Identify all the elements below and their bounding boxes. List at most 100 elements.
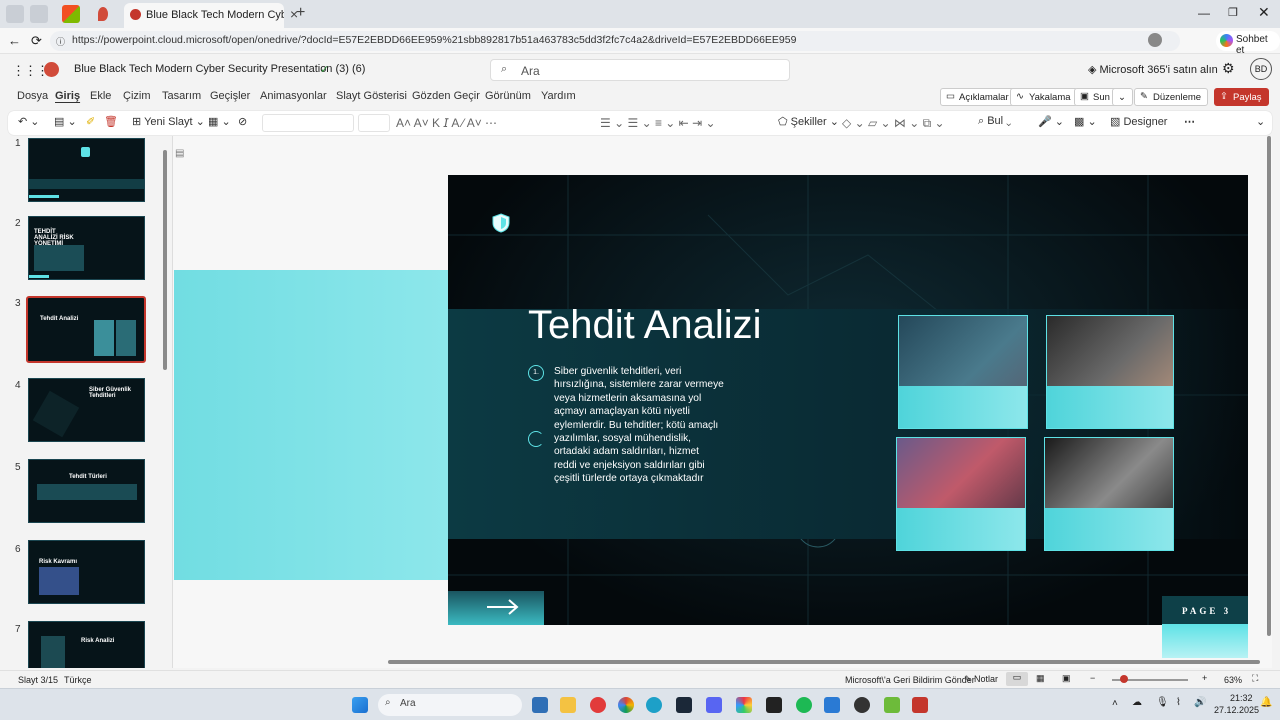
menu-animasyonlar[interactable]: Animasyonlar bbox=[260, 90, 327, 102]
menu-gecisler[interactable]: Geçişler bbox=[210, 90, 250, 102]
site-info-icon[interactable]: ⓘ bbox=[56, 35, 65, 48]
menu-dosya[interactable]: Dosya bbox=[17, 90, 48, 102]
thumbnail-slide-3[interactable]: Tehdit Analizi bbox=[26, 296, 146, 363]
menu-giris[interactable]: Giriş bbox=[55, 90, 80, 102]
file-explorer-icon[interactable] bbox=[560, 697, 576, 713]
discord-icon[interactable] bbox=[706, 697, 722, 713]
present-dropdown[interactable]: ⌄ bbox=[1112, 88, 1133, 106]
ribbon-collapse-icon[interactable]: ⌄ bbox=[1256, 115, 1265, 128]
language-label[interactable]: Türkçe bbox=[64, 675, 92, 685]
refresh-icon[interactable]: ⟳ bbox=[31, 33, 42, 49]
dictate-icon[interactable]: 🎤 ⌄ bbox=[1038, 115, 1064, 128]
url-field[interactable]: ⓘ https://powerpoint.cloud.microsoft/ope… bbox=[50, 31, 1180, 51]
epic-games-icon[interactable] bbox=[766, 697, 782, 713]
fit-slide-icon[interactable]: ⛶ bbox=[1252, 673, 1258, 684]
app-icon[interactable] bbox=[884, 697, 900, 713]
menu-slayt-gosterisi[interactable]: Slayt Gösterisi bbox=[336, 90, 407, 102]
new-tab-icon[interactable]: + bbox=[296, 4, 305, 22]
mic-icon[interactable]: 🎙 bbox=[1156, 697, 1169, 708]
notification-bell-icon[interactable]: 🔔 bbox=[1260, 697, 1272, 708]
zoom-out-icon[interactable]: − bbox=[1090, 673, 1095, 683]
slide-sorter-icon[interactable]: ▦ bbox=[1036, 673, 1045, 684]
task-view-icon[interactable] bbox=[532, 697, 548, 713]
saved-status-icon[interactable]: ✓ bbox=[320, 63, 329, 76]
format-painter-icon[interactable]: ✐ bbox=[86, 115, 95, 128]
more-options-icon[interactable]: ⋯ bbox=[1184, 115, 1195, 128]
layout-icon[interactable]: ▦ ⌄ bbox=[208, 115, 231, 128]
font-size-select[interactable] bbox=[358, 114, 390, 132]
copilot-button[interactable]: Sohbet et bbox=[1216, 31, 1280, 56]
notes-toggle-icon[interactable]: ▤ bbox=[175, 148, 184, 159]
catchup-button[interactable]: ∿ Yakalama bbox=[1010, 88, 1078, 106]
settings-gear-icon[interactable]: ⚙ bbox=[1222, 60, 1235, 77]
normal-view-icon[interactable]: ▭ bbox=[1006, 672, 1028, 686]
avatar[interactable]: BD bbox=[1250, 58, 1272, 80]
wifi-icon[interactable]: ⌇ bbox=[1176, 697, 1181, 708]
thumbnail-scrollbar[interactable] bbox=[163, 150, 167, 370]
canvas-vscrollbar[interactable] bbox=[1267, 136, 1271, 636]
office-tab-icon[interactable] bbox=[62, 5, 80, 23]
thumbnail-slide-1[interactable] bbox=[28, 138, 145, 202]
slide-title[interactable]: Tehdit Analizi bbox=[528, 303, 761, 348]
delete-icon[interactable]: 🗑 bbox=[104, 115, 118, 128]
addins-icon[interactable]: ▩ ⌄ bbox=[1074, 115, 1097, 128]
app-icon[interactable] bbox=[854, 697, 870, 713]
editing-mode-button[interactable]: ✎ Düzenleme bbox=[1134, 88, 1209, 106]
app-launcher-icon[interactable]: ⋮⋮⋮ bbox=[12, 63, 49, 79]
paragraph-group-icon[interactable]: ☰ ⌄ ☰ ⌄ ≡ ⌄ ⇤ ⇥ ⌄ bbox=[600, 116, 716, 130]
back-icon[interactable]: ← bbox=[8, 33, 21, 48]
thumbnail-slide-5[interactable]: Tehdit Türleri bbox=[28, 459, 145, 523]
menu-cizim[interactable]: Çizim bbox=[123, 90, 151, 102]
menu-gorunum[interactable]: Görünüm bbox=[485, 90, 531, 102]
font-format-group-icon[interactable]: A˄ A˅ K 𝘐 A ⁄ A˅ ⋯ bbox=[396, 116, 497, 130]
tray-chevron-icon[interactable]: ˄ bbox=[1112, 698, 1118, 709]
menu-gozden-gecir[interactable]: Gözden Geçir bbox=[412, 90, 480, 102]
menu-tasarim[interactable]: Tasarım bbox=[162, 90, 201, 102]
canvas-hscrollbar[interactable] bbox=[388, 660, 1260, 664]
volume-icon[interactable]: 🔊 bbox=[1194, 697, 1206, 708]
comments-button[interactable]: ▭ Açıklamalar bbox=[940, 88, 1016, 106]
undo-icon[interactable]: ↶ ⌄ bbox=[18, 115, 40, 128]
current-slide[interactable]: Tehdit Analizi 1. Siber güvenlik tehditl… bbox=[448, 175, 1248, 625]
edge-icon[interactable] bbox=[646, 697, 662, 713]
thumbnail-slide-6[interactable]: Risk Kavramı bbox=[28, 540, 145, 604]
app-icon[interactable] bbox=[736, 697, 752, 713]
find-button[interactable]: ⌕ Bul ⌄ bbox=[978, 115, 1011, 128]
thumbnail-slide-2[interactable]: TEHDİT ANALİZİ RİSK YÖNETİMİ bbox=[28, 216, 145, 280]
powerpoint-icon[interactable] bbox=[912, 697, 928, 713]
zoom-level[interactable]: 63% bbox=[1224, 675, 1242, 685]
cloud-icon[interactable]: ☁ bbox=[1132, 697, 1142, 708]
restore-icon[interactable]: ❐ bbox=[1228, 6, 1238, 19]
start-icon[interactable] bbox=[352, 697, 368, 713]
store-icon[interactable] bbox=[824, 697, 840, 713]
taskbar-search[interactable]: ⌕ Ara bbox=[378, 694, 522, 716]
workspaces-icon[interactable] bbox=[30, 5, 48, 23]
notes-button[interactable]: ✎ Notlar bbox=[964, 674, 998, 685]
clock-time[interactable]: 21:32 bbox=[1230, 693, 1253, 703]
paste-icon[interactable]: ▤ ⌄ bbox=[54, 115, 77, 128]
opera-icon[interactable] bbox=[590, 697, 606, 713]
font-family-select[interactable] bbox=[262, 114, 354, 132]
minimize-icon[interactable]: — bbox=[1198, 6, 1210, 20]
drawing-group-icon[interactable]: ◇ ⌄ ▱ ⌄ ⋈ ⌄ ⧉ ⌄ bbox=[842, 116, 945, 131]
thumbnail-slide-7[interactable]: Risk Analizi bbox=[28, 621, 145, 668]
share-button[interactable]: ⇪ Paylaş bbox=[1214, 88, 1269, 106]
menu-yardim[interactable]: Yardım bbox=[541, 90, 576, 102]
reading-view-icon[interactable]: ▣ bbox=[1062, 673, 1071, 684]
slide-body-text[interactable]: Siber güvenlik tehditleri, veri hırsızlı… bbox=[554, 365, 724, 486]
designer-button[interactable]: ▧ Designer bbox=[1110, 115, 1167, 128]
new-slide-button[interactable]: ⊞ Yeni Slayt ⌄ bbox=[132, 115, 205, 128]
spotify-icon[interactable] bbox=[796, 697, 812, 713]
pinned-tab-icon[interactable] bbox=[98, 7, 108, 21]
menu-ekle[interactable]: Ekle bbox=[90, 90, 111, 102]
search-input[interactable]: ⌕ Ara bbox=[490, 59, 790, 81]
buy-m365-link[interactable]: ◈ Microsoft 365'i satın alın bbox=[1088, 63, 1218, 76]
clock-date[interactable]: 27.12.2025 bbox=[1214, 705, 1259, 715]
shapes-button[interactable]: ⬠ Şekiller ⌄ bbox=[778, 115, 839, 128]
zoom-slider-thumb[interactable] bbox=[1120, 675, 1128, 683]
thumbnail-slide-4[interactable]: Siber Güvenlik Tehditleri bbox=[28, 378, 145, 442]
profile-icon[interactable] bbox=[1148, 33, 1162, 47]
hide-slide-icon[interactable]: ⊘ bbox=[238, 115, 247, 128]
chrome-icon[interactable] bbox=[618, 697, 634, 713]
steam-icon[interactable] bbox=[676, 697, 692, 713]
